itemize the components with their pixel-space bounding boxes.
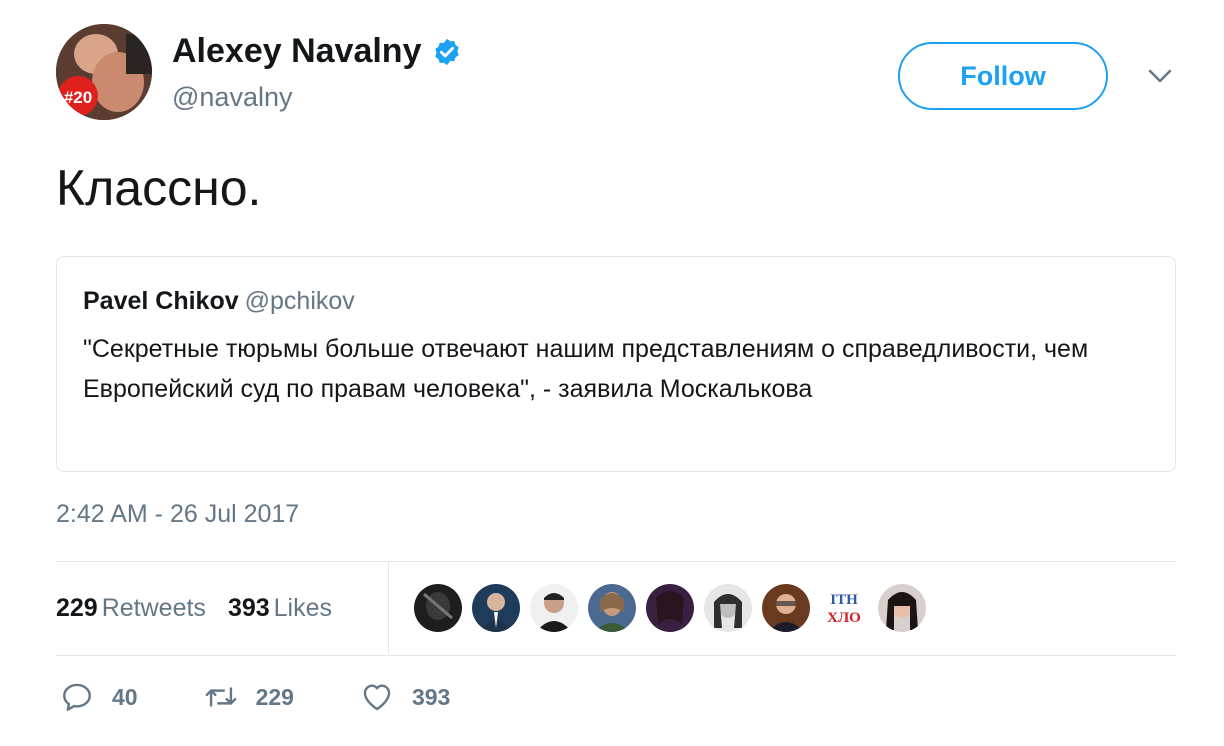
quoted-tweet[interactable]: Pavel Chikov @pchikov "Секретные тюрьмы б… (56, 256, 1176, 472)
quoted-tweet-header: Pavel Chikov @pchikov (83, 287, 355, 316)
likers-avatars: ІТН ХЛО (414, 584, 926, 632)
retweet-action[interactable]: 229 (204, 680, 294, 714)
reply-action[interactable]: 40 (60, 680, 138, 714)
heart-icon[interactable] (360, 680, 394, 714)
liker-avatar[interactable] (472, 584, 520, 632)
liker-avatar[interactable] (704, 584, 752, 632)
liker-avatar[interactable] (762, 584, 810, 632)
author-handle[interactable]: @navalny (172, 82, 292, 113)
verified-badge-icon (434, 38, 459, 65)
author-name[interactable]: Alexey Navalny (172, 32, 422, 71)
tweet-timestamp[interactable]: 2:42 AM - 26 Jul 2017 (56, 500, 299, 529)
follow-button[interactable]: Follow (898, 42, 1108, 110)
divider-bottom (56, 655, 1176, 656)
reply-count: 40 (112, 683, 138, 710)
avatar-badge: #20 (64, 88, 92, 107)
like-action[interactable]: 393 (360, 680, 450, 714)
liker-avatar[interactable] (878, 584, 926, 632)
tweet-actions: 40 229 393 (60, 680, 516, 714)
quoted-author-name: Pavel Chikov (83, 287, 239, 315)
retweet-icon[interactable] (204, 680, 238, 714)
retweet-count: 229 (255, 683, 294, 710)
author-avatar[interactable]: #20 (56, 24, 152, 120)
quoted-tweet-text: "Секретные тюрьмы больше отвечают нашим … (83, 335, 1089, 403)
liker-avatar[interactable] (414, 584, 462, 632)
retweets-count: 229 (56, 593, 98, 622)
retweets-label: Retweets (101, 593, 206, 622)
liker-avatar[interactable] (646, 584, 694, 632)
reply-icon[interactable] (60, 680, 94, 714)
liker-avatar[interactable]: ІТН ХЛО (820, 584, 868, 632)
like-count: 393 (411, 683, 451, 710)
retweets-stat[interactable]: 229 Retweets (56, 594, 206, 623)
svg-text:ХЛО: ХЛО (827, 610, 861, 626)
likes-stat[interactable]: 393 Likes (228, 594, 332, 623)
chevron-down-icon[interactable] (1146, 64, 1174, 88)
likes-count: 393 (227, 593, 270, 622)
svg-text:ІТН: ІТН (830, 592, 858, 608)
tweet-text: Классно. (56, 160, 262, 216)
author-name-row[interactable]: Alexey Navalny (172, 32, 462, 71)
liker-avatar[interactable] (530, 584, 578, 632)
liker-avatar[interactable] (588, 584, 636, 632)
quoted-author-handle: @pchikov (244, 287, 355, 315)
stats-separator (388, 562, 389, 654)
likes-label: Likes (273, 593, 333, 622)
